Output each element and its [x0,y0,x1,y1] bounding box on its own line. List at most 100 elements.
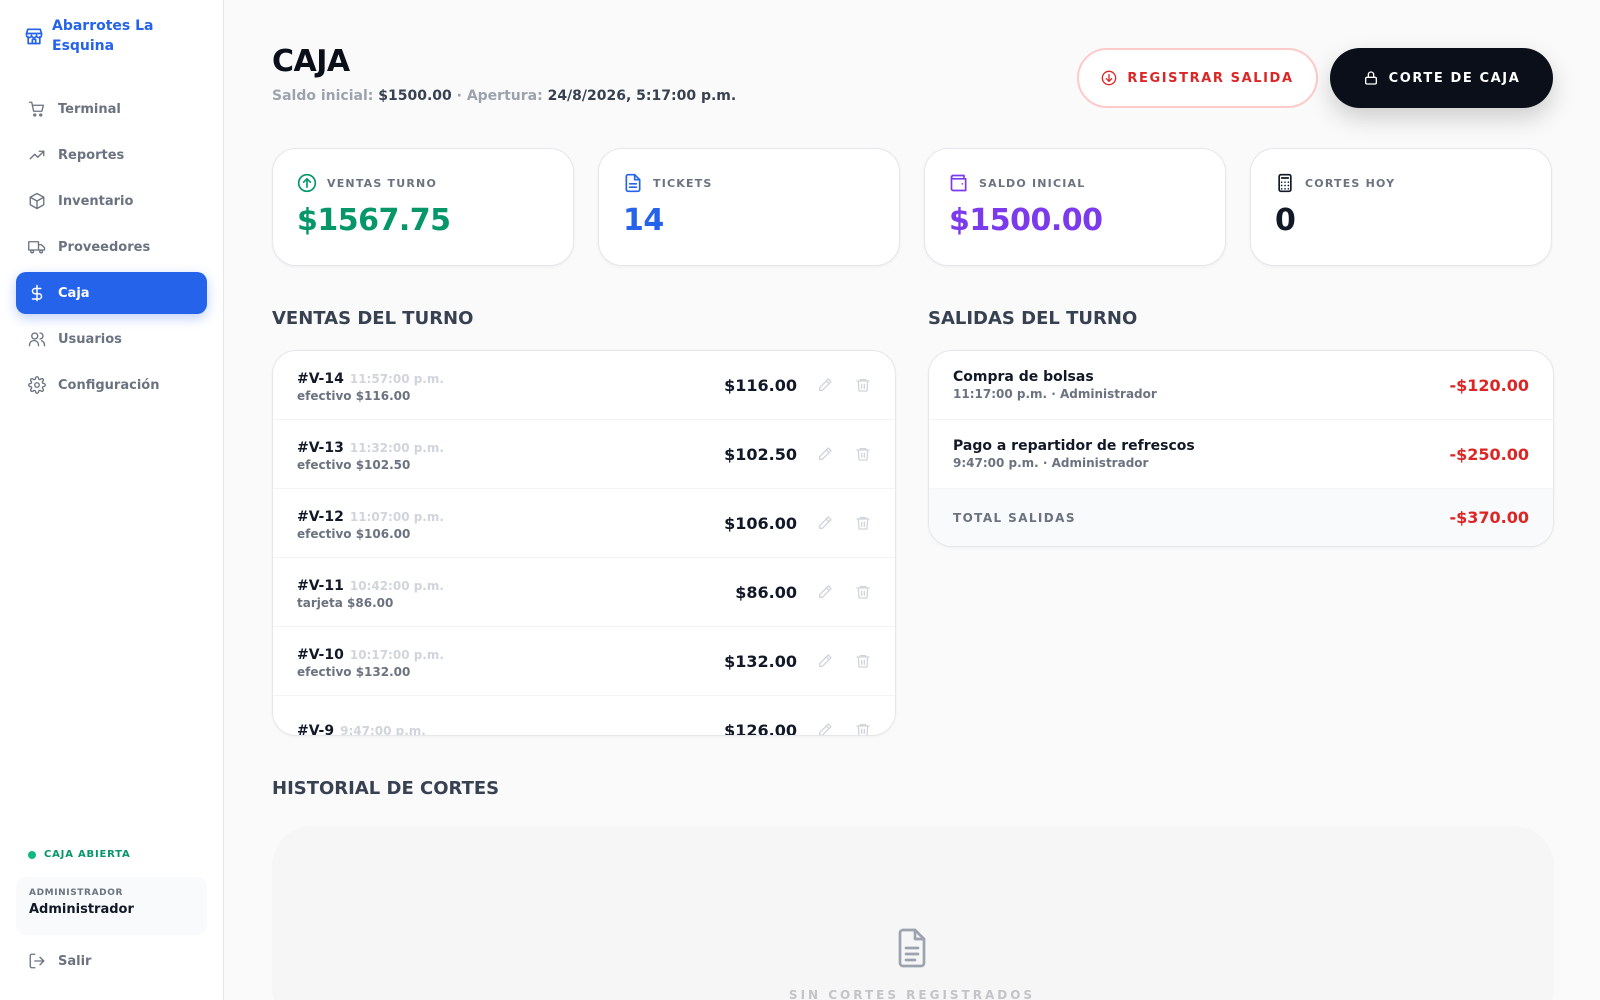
sidebar-nav: Terminal Reportes Inventario Proveedores… [16,88,207,410]
outflow-meta: 9:47:00 p.m. · Administrador [953,456,1149,470]
trash-icon[interactable] [855,722,871,736]
sale-time: 9:47:00 p.m. [340,723,426,736]
sale-id: #V-10 [297,646,344,663]
sidebar: Abarrotes La Esquina Terminal Reportes I… [0,0,224,1000]
trash-icon[interactable] [855,515,871,531]
sidebar-item-reportes[interactable]: Reportes [16,134,207,176]
edit-icon[interactable] [817,584,833,600]
sidebar-item-label: Terminal [58,101,121,117]
stat-card-tickets: TICKETS 14 [598,148,900,266]
sale-method: efectivo $132.00 [297,664,411,679]
opening-label: Saldo inicial: [272,88,374,104]
history-section-title: HISTORIAL DE CORTES [272,778,500,799]
sidebar-item-label: Reportes [58,147,125,163]
sale-id: #V-9 [297,722,335,736]
trash-icon[interactable] [855,446,871,462]
sale-row[interactable]: #V-12 11:07:00 p.m. efectivo $106.00 $106.0… [273,489,895,558]
dollar-icon [31,284,43,302]
sidebar-item-label: Proveedores [58,239,151,255]
edit-icon[interactable] [817,377,833,393]
stat-value: $1567.75 [297,203,451,238]
sale-info: #V-9 9:47:00 p.m. [297,720,724,736]
stat-value: 14 [623,203,664,238]
register-exit-label: REGISTRAR SALIDA [1127,70,1294,86]
sales-list[interactable]: #V-14 11:57:00 p.m. efectivo $116.00 $116.0… [272,350,896,736]
sale-method: efectivo $102.50 [297,457,411,472]
sale-row[interactable]: #V-13 11:32:00 p.m. efectivo $102.50 $102.5… [273,420,895,489]
sale-amount: $126.00 [724,720,797,736]
sale-id: #V-13 [297,439,344,456]
edit-icon[interactable] [817,653,833,669]
sidebar-item-inventario[interactable]: Inventario [16,180,207,222]
sidebar-item-configuracion[interactable]: Configuración [16,364,207,406]
brand[interactable]: Abarrotes La Esquina [24,16,214,56]
users-icon [28,332,46,347]
sale-method: efectivo $116.00 [297,388,411,403]
sidebar-item-proveedores[interactable]: Proveedores [16,226,207,268]
sale-amount: $106.00 [724,513,797,533]
opened-label: Apertura: [466,88,543,104]
sidebar-item-label: Caja [58,285,90,301]
trash-icon[interactable] [855,377,871,393]
sale-info: #V-11 10:42:00 p.m. tarjeta $86.00 [297,575,735,610]
sale-id: #V-14 [297,370,344,387]
outflow-meta: 11:17:00 p.m. · Administrador [953,387,1157,401]
sale-time: 11:57:00 p.m. [349,371,444,386]
calculator-icon [1278,173,1292,193]
history-empty-panel [272,826,1554,1000]
sale-row[interactable]: #V-9 9:47:00 p.m. $126.00 [273,696,895,736]
sale-amount: $86.00 [735,582,797,602]
logout-button[interactable]: Salir [28,952,91,970]
outflow-amount: -$120.00 [1449,375,1529,395]
sale-id: #V-12 [297,508,344,525]
stat-label: SALDO INICIAL [979,176,1086,190]
outflow-amount: -$250.00 [1449,444,1529,464]
user-name: Administrador [29,902,134,917]
sale-row[interactable]: #V-11 10:42:00 p.m. tarjeta $86.00 $86.00 [273,558,895,627]
cash-cut-button[interactable]: CORTE DE CAJA [1330,48,1553,108]
sale-amount: $116.00 [724,375,797,395]
trending-icon [29,150,45,160]
edit-icon[interactable] [817,515,833,531]
opened-value: 24/8/2026, 5:17:00 p.m. [547,88,737,104]
sale-time: 11:07:00 p.m. [349,509,444,524]
trash-icon[interactable] [855,653,871,669]
sidebar-item-label: Configuración [58,377,160,393]
sale-time: 11:32:00 p.m. [349,440,444,455]
edit-icon[interactable] [817,446,833,462]
sale-row[interactable]: #V-10 10:17:00 p.m. efectivo $132.00 $132.0… [273,627,895,696]
trash-icon[interactable] [855,584,871,600]
sale-info: #V-13 11:32:00 p.m. efectivo $102.50 [297,437,724,472]
sidebar-item-terminal[interactable]: Terminal [16,88,207,130]
sale-method: efectivo $106.00 [297,526,411,541]
sale-id: #V-11 [297,577,344,594]
stat-label: TICKETS [653,176,713,190]
arrow-down-circle-icon [1102,70,1117,86]
stat-label: CORTES HOY [1305,176,1396,190]
document-icon [898,928,926,968]
logout-icon [29,953,45,969]
sidebar-item-usuarios[interactable]: Usuarios [16,318,207,360]
outflow-desc: Compra de bolsas [953,369,1094,385]
wallet-icon [950,174,967,192]
document-icon [625,173,641,193]
stat-card-ventas: VENTAS TURNO $1567.75 [272,148,574,266]
sidebar-item-caja[interactable]: Caja [16,272,207,314]
history-empty-text: SIN CORTES REGISTRADOS [788,988,1036,1000]
outflow-row: Compra de bolsas 11:17:00 p.m. · Adminis… [929,351,1553,420]
sale-time: 10:42:00 p.m. [349,578,444,593]
edit-icon[interactable] [817,722,833,736]
gear-icon [28,376,46,394]
stat-card-saldo: SALDO INICIAL $1500.00 [924,148,1226,266]
outflows-list: Compra de bolsas 11:17:00 p.m. · Adminis… [928,350,1554,547]
lock-icon [1364,71,1377,85]
stat-value: $1500.00 [949,203,1103,238]
sale-amount: $102.50 [724,444,797,464]
register-exit-button[interactable]: REGISTRAR SALIDA [1077,48,1318,108]
outflows-total-label: TOTAL SALIDAS [953,510,1076,525]
sales-section-title: VENTAS DEL TURNO [272,308,474,329]
register-status-label: CAJA ABIERTA [44,849,131,860]
page-subtitle: Saldo inicial: $1500.00 · Apertura: 24/8… [272,88,736,104]
sale-row[interactable]: #V-14 11:57:00 p.m. efectivo $116.00 $116.0… [273,351,895,420]
sidebar-item-label: Usuarios [58,331,122,347]
